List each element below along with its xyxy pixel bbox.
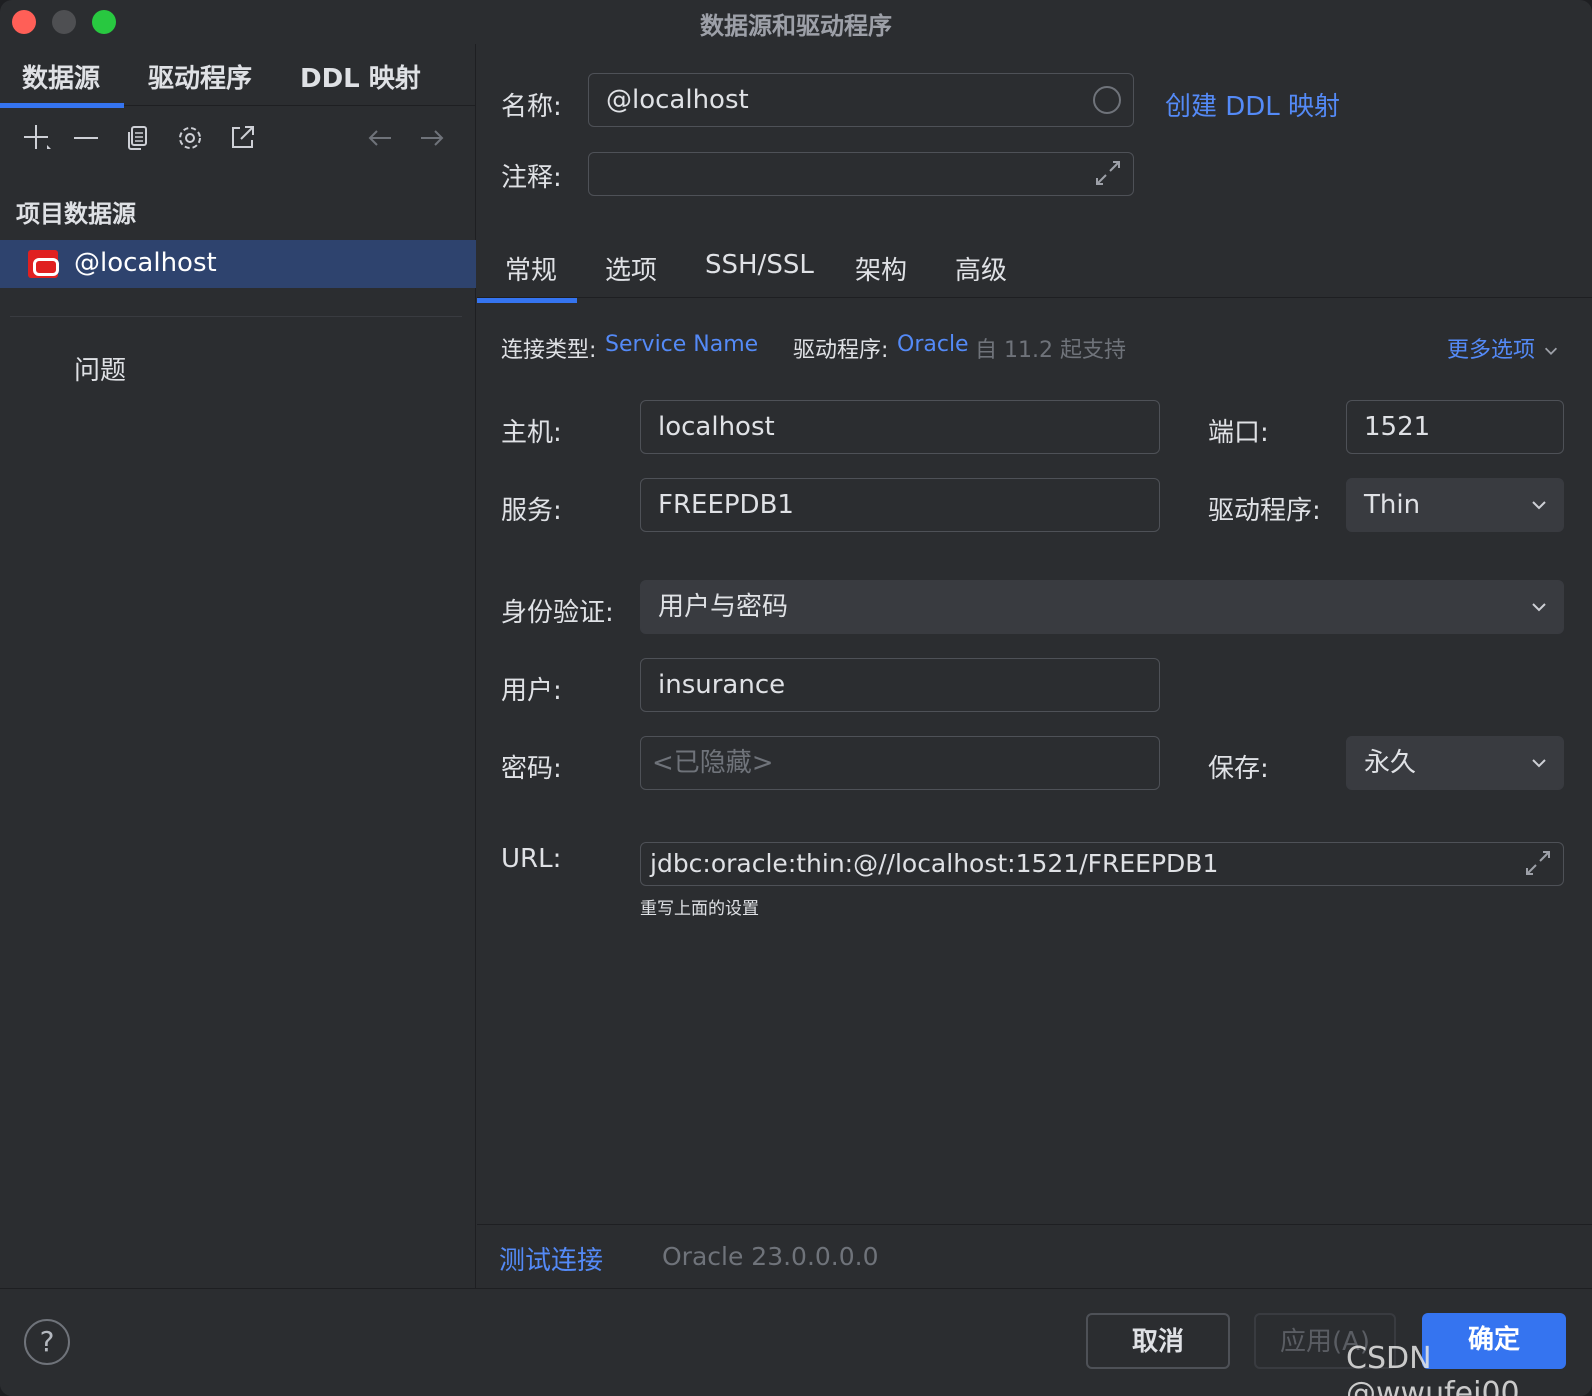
settings-gear-icon[interactable]: [170, 118, 210, 158]
name-label: 名称:: [501, 92, 562, 122]
connection-type-link[interactable]: Service Name: [605, 332, 758, 357]
more-options-label: 更多选项: [1447, 338, 1536, 363]
tab-options[interactable]: 选项: [605, 250, 657, 287]
duplicate-icon[interactable]: [118, 118, 158, 158]
user-label: 用户:: [501, 676, 562, 706]
left-tabs: 数据源 驱动程序 DDL 映射: [0, 56, 476, 108]
remove-icon[interactable]: [66, 118, 106, 158]
tab-schemas[interactable]: 架构: [855, 250, 907, 287]
user-input[interactable]: insurance: [640, 658, 1160, 712]
password-label: 密码:: [501, 754, 562, 784]
datasource-label: @localhost: [74, 248, 217, 278]
port-label: 端口:: [1208, 418, 1269, 448]
chevron-down-icon: [1532, 759, 1546, 768]
save-select[interactable]: 永久: [1346, 736, 1564, 790]
problems-item[interactable]: 问题: [74, 350, 126, 387]
watermark: CSDN @wwufei00: [1346, 1341, 1520, 1396]
tab-general[interactable]: 常规: [505, 250, 557, 287]
left-toolbar: [0, 118, 476, 162]
help-icon[interactable]: ?: [24, 1319, 70, 1365]
auth-label: 身份验证:: [501, 598, 614, 628]
tab-datasources[interactable]: 数据源: [0, 56, 125, 108]
datasource-item-localhost[interactable]: @localhost: [0, 240, 476, 288]
open-external-icon[interactable]: [222, 118, 262, 158]
password-input[interactable]: <已隐藏>: [640, 736, 1160, 790]
save-select-value: 永久: [1364, 748, 1417, 778]
chevron-down-icon: [1544, 347, 1558, 355]
name-value: @localhost: [606, 85, 749, 115]
test-connection-link[interactable]: 测试连接: [499, 1240, 603, 1277]
tab-ddl-mapping[interactable]: DDL 映射: [300, 56, 421, 106]
driver-support-note: 自 11.2 起支持: [975, 338, 1126, 363]
divider: [477, 1224, 1592, 1225]
chevron-down-icon: [1532, 501, 1546, 510]
comment-input[interactable]: [588, 152, 1134, 196]
host-label: 主机:: [501, 418, 562, 448]
add-icon[interactable]: [16, 118, 56, 158]
driver-oracle-link[interactable]: Oracle: [897, 332, 969, 357]
name-input[interactable]: @localhost: [588, 73, 1134, 127]
chevron-down-icon: [1532, 603, 1546, 612]
url-input[interactable]: jdbc:oracle:thin:@//localhost:1521/FREEP…: [640, 842, 1564, 886]
url-hint: 重写上面的设置: [640, 899, 759, 919]
tab-advanced[interactable]: 高级: [955, 250, 1007, 287]
driver-label: 驱动程序:: [1208, 496, 1321, 526]
save-label: 保存:: [1208, 754, 1269, 784]
title-bar: 数据源和驱动程序: [0, 0, 1592, 44]
expand-icon[interactable]: [1523, 848, 1553, 878]
driver-select-value: Thin: [1364, 490, 1421, 520]
divider: [10, 316, 462, 317]
server-version: Oracle 23.0.0.0.0: [662, 1242, 879, 1271]
settings-tabs: 常规 选项 SSH/SSL 架构 高级: [477, 234, 1592, 298]
dialog-footer: ? 取消 应用(A) 确定 CSDN @wwufei00: [0, 1288, 1592, 1396]
more-options-link[interactable]: 更多选项: [1447, 332, 1560, 364]
window-title: 数据源和驱动程序: [700, 12, 892, 40]
auth-select[interactable]: 用户与密码: [640, 580, 1564, 634]
host-input[interactable]: localhost: [640, 400, 1160, 454]
project-datasources-heading: 项目数据源: [16, 200, 136, 228]
port-input[interactable]: 1521: [1346, 400, 1564, 454]
left-panel: 数据源 驱动程序 DDL 映射 项目数据源 @localhost 问题: [0, 44, 476, 1288]
back-arrow-icon[interactable]: [360, 118, 400, 158]
active-tab-indicator: [477, 298, 577, 303]
driver-select[interactable]: Thin: [1346, 478, 1564, 532]
tab-ssh-ssl[interactable]: SSH/SSL: [705, 250, 814, 280]
create-ddl-mapping-link[interactable]: 创建 DDL 映射: [1165, 86, 1340, 123]
forward-arrow-icon[interactable]: [412, 118, 452, 158]
tab-drivers[interactable]: 驱动程序: [148, 56, 252, 106]
auth-select-value: 用户与密码: [658, 592, 789, 622]
expand-icon[interactable]: [1093, 158, 1123, 188]
right-panel: 名称: @localhost 创建 DDL 映射 注释: 常规 选项 SSH/S…: [477, 44, 1592, 1288]
service-label: 服务:: [501, 496, 562, 526]
datasources-dialog: 数据源和驱动程序 数据源 驱动程序 DDL 映射 项目数据源 @localhos…: [0, 0, 1592, 1396]
service-input[interactable]: FREEPDB1: [640, 478, 1160, 532]
url-label: URL:: [501, 844, 562, 874]
comment-label: 注释:: [501, 163, 562, 193]
url-value: jdbc:oracle:thin:@//localhost:1521/FREEP…: [650, 849, 1219, 878]
connection-type-label: 连接类型:: [501, 338, 597, 363]
oracle-db-icon: [28, 250, 59, 278]
color-circle-icon[interactable]: [1093, 86, 1121, 114]
cancel-button[interactable]: 取消: [1086, 1313, 1230, 1369]
driver-info-label: 驱动程序:: [793, 338, 889, 363]
